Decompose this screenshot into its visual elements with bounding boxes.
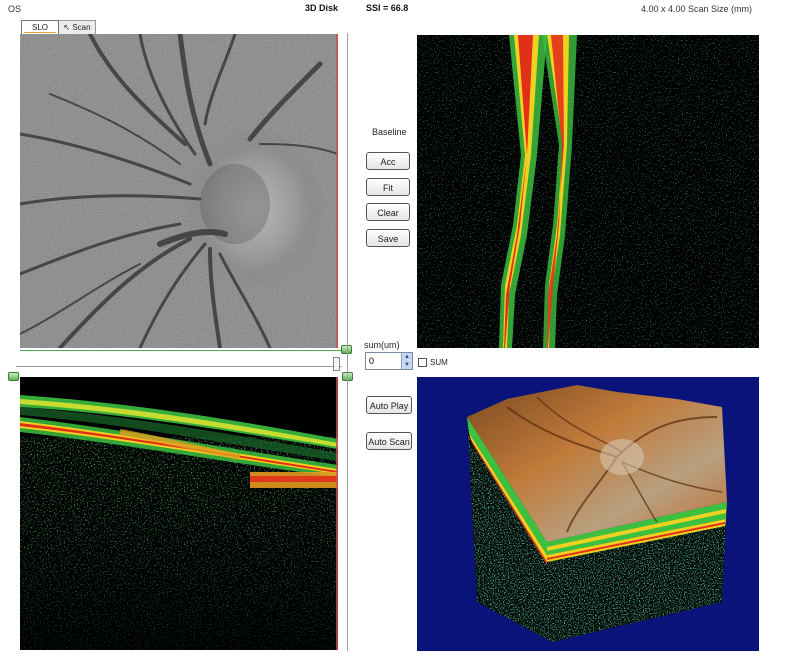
tab-slo[interactable]: SLO: [21, 20, 59, 34]
slo-slider-track[interactable]: [20, 350, 346, 352]
position-slider-track[interactable]: [16, 366, 342, 368]
chevron-up-icon[interactable]: ▲: [402, 353, 412, 361]
bscan-vertical[interactable]: [417, 35, 759, 348]
save-button[interactable]: Save: [366, 229, 410, 247]
scan-type-label: 3D Disk: [305, 3, 339, 13]
clear-button[interactable]: Clear: [366, 203, 410, 221]
auto-play-button[interactable]: Auto Play: [366, 396, 412, 414]
scan-size-label: 4.00 x 4.00 Scan Size (mm): [641, 4, 753, 14]
position-slider-thumb[interactable]: [333, 357, 340, 371]
eye-label: OS: [8, 4, 22, 14]
fit-button[interactable]: Fit: [366, 178, 410, 196]
tab-scan[interactable]: ↖ Scan: [58, 20, 96, 34]
bscan-horizontal[interactable]: [20, 377, 338, 650]
baseline-label: Baseline: [372, 127, 407, 137]
sum-stepper-arrows[interactable]: ▲ ▼: [401, 353, 412, 369]
chevron-down-icon[interactable]: ▼: [402, 361, 412, 369]
slo-image[interactable]: [20, 34, 338, 348]
acc-button[interactable]: Acc: [366, 152, 410, 170]
sum-checkbox-label: SUM: [430, 358, 448, 367]
volume-3d-view[interactable]: [417, 377, 759, 651]
bscan-vertical-graphic: [417, 35, 759, 348]
sum-label: sum(um): [364, 340, 400, 350]
sum-input[interactable]: [366, 353, 402, 369]
auto-scan-button[interactable]: Auto Scan: [366, 432, 412, 450]
slo-fundus-graphic: [20, 34, 338, 348]
bscan-horizontal-graphic: [20, 377, 338, 650]
sum-stepper[interactable]: ▲ ▼: [365, 352, 413, 370]
ssi-label: SSI = 66.8: [366, 3, 409, 13]
panel-divider: [347, 33, 348, 651]
volume-3d-graphic: [417, 377, 759, 651]
range-handle-left-icon[interactable]: [8, 372, 19, 381]
sum-checkbox[interactable]: [418, 358, 427, 367]
